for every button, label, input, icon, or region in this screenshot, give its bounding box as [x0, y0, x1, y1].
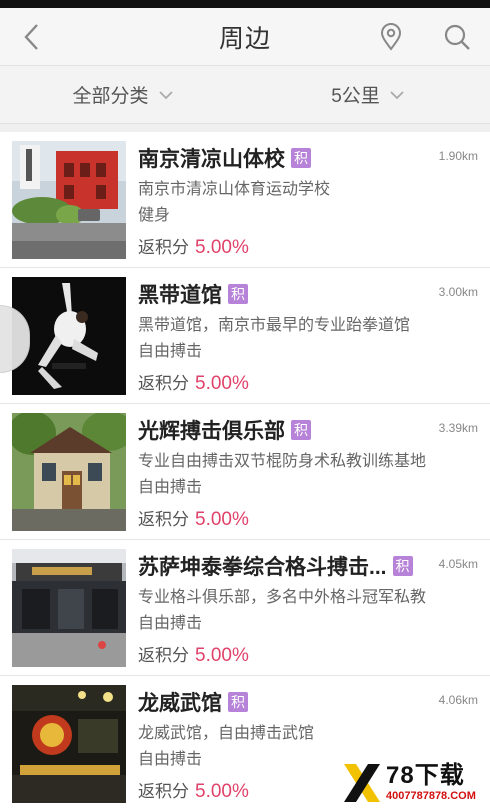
watermark-logo: 78下载 4007787878.COM — [342, 758, 486, 808]
search-icon — [444, 24, 470, 50]
venue-list: 南京清凉山体校 积 1.90km 南京市清凉山体育运动学校 健身 返积分 5.00… — [0, 132, 490, 810]
points-badge: 积 — [228, 284, 248, 304]
watermark-main-text: 78下载 — [386, 762, 465, 789]
rebate-row: 返积分 5.00% — [138, 505, 478, 531]
page-title: 周边 — [218, 24, 271, 53]
chevron-down-icon — [158, 91, 173, 100]
rebate-value: 5.00% — [195, 781, 249, 802]
venue-description: 南京市清凉山体育运动学校 — [138, 181, 331, 198]
map-pin-icon — [380, 23, 402, 51]
rebate-label: 返积分 — [138, 238, 189, 257]
chevron-left-icon — [24, 24, 38, 50]
venue-category: 自由搏击 — [138, 615, 203, 632]
back-button[interactable] — [14, 20, 48, 54]
list-item[interactable]: 南京清凉山体校 积 1.90km 南京市清凉山体育运动学校 健身 返积分 5.00… — [0, 132, 490, 268]
header: 周边 — [0, 8, 490, 66]
watermark-sub-text: 4007787878.COM — [386, 790, 476, 802]
rebate-label: 返积分 — [138, 510, 189, 529]
rebate-label: 返积分 — [138, 646, 189, 665]
venue-name: 黑带道馆 — [138, 284, 222, 307]
venue-category: 自由搏击 — [138, 479, 203, 496]
distance-filter[interactable]: 5公里 — [245, 66, 490, 123]
venue-name: 苏萨坤泰拳综合格斗搏击... — [138, 556, 387, 579]
divider — [0, 124, 490, 132]
points-badge: 积 — [228, 692, 248, 712]
category-filter[interactable]: 全部分类 — [0, 66, 245, 123]
rebate-value: 5.00% — [195, 373, 249, 394]
rebate-value: 5.00% — [195, 237, 249, 258]
venue-photo — [12, 549, 126, 667]
venue-name: 光辉搏击俱乐部 — [138, 420, 285, 443]
distance-filter-label: 5公里 — [331, 86, 380, 107]
list-item[interactable]: 苏萨坤泰拳综合格斗搏击... 积 4.05km 专业格斗俱乐部，多名中外格斗冠军… — [0, 540, 490, 676]
filter-bar: 全部分类 5公里 — [0, 66, 490, 124]
venue-category: 健身 — [138, 207, 171, 224]
venue-description: 黑带道馆，南京市最早的专业跆拳道馆 — [138, 317, 411, 334]
venue-distance: 4.06km — [438, 693, 478, 707]
status-bar — [0, 0, 490, 8]
venue-distance: 4.05km — [438, 557, 478, 571]
venue-description: 专业格斗俱乐部，多名中外格斗冠军私教 — [138, 589, 427, 606]
venue-description: 专业自由搏击双节棍防身术私教训练基地 — [138, 453, 427, 470]
points-badge: 积 — [392, 556, 413, 576]
x-logo-icon — [342, 760, 382, 806]
list-item[interactable]: 光辉搏击俱乐部 积 3.39km 专业自由搏击双节棍防身术私教训练基地 自由搏击… — [0, 404, 490, 540]
venue-distance: 3.39km — [438, 421, 478, 435]
venue-photo — [12, 685, 126, 803]
rebate-row: 返积分 5.00% — [138, 641, 478, 667]
rebate-value: 5.00% — [195, 645, 249, 666]
venue-description: 龙威武馆，自由搏击武馆 — [138, 725, 315, 742]
venue-name: 南京清凉山体校 — [138, 148, 285, 171]
category-filter-label: 全部分类 — [72, 86, 149, 107]
chevron-down-icon — [390, 91, 404, 100]
rebate-row: 返积分 5.00% — [138, 233, 478, 259]
rebate-value: 5.00% — [195, 509, 249, 530]
list-item[interactable]: 黑带道馆 积 3.00km 黑带道馆，南京市最早的专业跆拳道馆 自由搏击 返积分… — [0, 268, 490, 404]
venue-distance: 3.00km — [438, 285, 478, 299]
venue-category: 自由搏击 — [138, 343, 203, 360]
location-button[interactable] — [374, 20, 408, 54]
points-badge: 积 — [291, 420, 311, 440]
venue-name: 龙威武馆 — [138, 692, 222, 715]
venue-distance: 1.90km — [438, 149, 478, 163]
venue-photo — [12, 413, 126, 531]
venue-photo — [12, 141, 126, 259]
rebate-row: 返积分 5.00% — [138, 369, 478, 395]
rebate-label: 返积分 — [138, 782, 189, 801]
rebate-label: 返积分 — [138, 374, 189, 393]
points-badge: 积 — [291, 148, 311, 168]
search-button[interactable] — [440, 20, 474, 54]
